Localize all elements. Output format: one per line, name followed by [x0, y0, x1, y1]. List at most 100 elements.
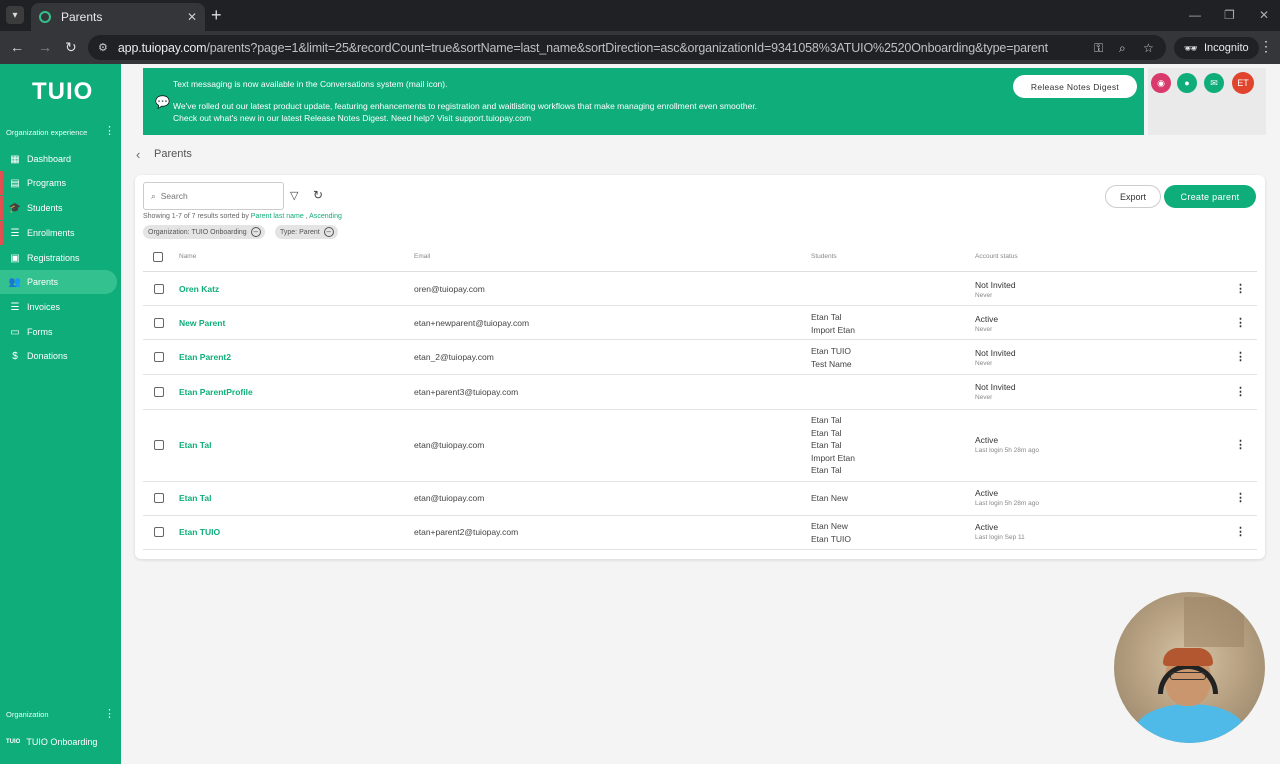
sidebar-item-enrollments[interactable]: ☰ Enrollments	[0, 221, 117, 245]
student-name[interactable]: Etan New	[811, 492, 848, 505]
create-parent-button[interactable]: Create parent	[1164, 185, 1256, 208]
sidebar-item-dashboard[interactable]: ▦ Dashboard	[0, 147, 117, 171]
student-name[interactable]: Import Etan	[811, 452, 855, 465]
remove-chip-icon[interactable]: –	[323, 227, 334, 237]
table-row[interactable]: Etan Parent2 etan_2@tuiopay.com Etan TUI…	[143, 340, 1257, 375]
parent-name-link[interactable]: Etan TUIO	[179, 527, 220, 537]
back-chevron-icon[interactable]: ‹	[136, 147, 140, 162]
student-name[interactable]: Etan Tal	[811, 311, 855, 324]
parent-name-link[interactable]: Etan Parent2	[179, 352, 231, 362]
search-box[interactable]: ⌕	[143, 182, 284, 210]
table-row[interactable]: Etan Tal etan@tuiopay.com Etan New Activ…	[143, 482, 1257, 516]
row-more-icon[interactable]: ⋮	[1235, 491, 1246, 504]
parent-name-link[interactable]: Etan Tal	[179, 493, 211, 503]
parent-name-link[interactable]: Oren Katz	[179, 284, 219, 294]
organization-menu-icon[interactable]: ⋮	[104, 707, 115, 720]
filter-chip-type: Type: Parent –	[275, 225, 338, 239]
sort-field-link[interactable]: Parent last name	[251, 213, 304, 220]
zoom-icon[interactable]: ⌕	[1119, 41, 1126, 56]
select-all-checkbox[interactable]	[153, 252, 163, 262]
export-button[interactable]: Export	[1105, 185, 1161, 208]
row-checkbox[interactable]	[154, 493, 164, 503]
row-more-icon[interactable]: ⋮	[1235, 385, 1246, 398]
url-field[interactable]: ⚙ app.tuiopay.com/parents?page=1&limit=2…	[88, 35, 1166, 60]
row-checkbox[interactable]	[154, 352, 164, 362]
site-settings-icon[interactable]: ⚙	[98, 41, 108, 54]
restore-icon[interactable]: ❐	[1224, 8, 1235, 22]
sidebar-item-donations[interactable]: $ Donations	[0, 344, 117, 368]
tuio-logo[interactable]: TUIO	[32, 78, 93, 106]
sidebar-item-registrations[interactable]: ▣ Registrations	[0, 246, 117, 270]
sort-direction-link[interactable]: Ascending	[309, 213, 342, 220]
column-header-email[interactable]: Email	[414, 253, 430, 260]
student-name[interactable]: Etan TUIO	[811, 533, 851, 546]
tab-search-dropdown-icon[interactable]: ▾	[6, 6, 24, 24]
alert-icon[interactable]: ◉	[1151, 73, 1171, 93]
search-input[interactable]	[160, 191, 271, 201]
sidebar-item-parents[interactable]: 👥 Parents	[0, 270, 117, 294]
bookmark-star-icon[interactable]: ☆	[1143, 41, 1154, 55]
release-notes-button[interactable]: Release Notes Digest	[1013, 75, 1137, 98]
row-checkbox[interactable]	[154, 284, 164, 294]
reload-icon[interactable]: ↻	[65, 39, 77, 56]
parent-name-link[interactable]: Etan ParentProfile	[179, 387, 253, 397]
password-key-icon[interactable]: ⚿	[1094, 41, 1103, 56]
table-row[interactable]: Etan TUIO etan+parent2@tuiopay.com Etan …	[143, 516, 1257, 550]
row-checkbox[interactable]	[154, 527, 164, 537]
parent-name-link[interactable]: New Parent	[179, 318, 225, 328]
browser-tab[interactable]: Parents ✕	[31, 3, 205, 31]
column-header-name[interactable]: Name	[179, 253, 196, 260]
student-name[interactable]: Test Name	[811, 358, 852, 371]
student-name[interactable]: Etan Tal	[811, 439, 855, 452]
refresh-icon[interactable]: ↻	[313, 188, 323, 202]
sidebar-item-forms[interactable]: ▭ Forms	[0, 320, 117, 344]
filter-icon[interactable]: ▽	[290, 189, 298, 202]
students-cell: Etan TUIO Test Name	[811, 345, 852, 370]
sidebar-item-programs[interactable]: ▤ Programs	[0, 171, 117, 195]
row-more-icon[interactable]: ⋮	[1235, 316, 1246, 329]
row-checkbox[interactable]	[154, 318, 164, 328]
mail-icon[interactable]: ✉	[1204, 73, 1224, 93]
table-row[interactable]: Oren Katz oren@tuiopay.com Not Invited Ne…	[143, 272, 1257, 306]
section-menu-icon[interactable]: ⋮	[104, 124, 115, 137]
parent-email: etan@tuiopay.com	[414, 440, 485, 450]
incognito-badge[interactable]: 🕶 Incognito	[1174, 37, 1259, 59]
account-status: Active Last login Sep 11	[975, 522, 1025, 541]
row-more-icon[interactable]: ⋮	[1235, 525, 1246, 538]
sidebar-item-label: Students	[27, 203, 63, 213]
student-name[interactable]: Etan TUIO	[811, 345, 852, 358]
sidebar-item-invoices[interactable]: ☰ Invoices	[0, 295, 117, 319]
table-row[interactable]: Etan ParentProfile etan+parent3@tuiopay.…	[143, 375, 1257, 410]
back-icon[interactable]: ←	[10, 39, 24, 55]
student-name[interactable]: Etan Tal	[811, 427, 855, 440]
student-name[interactable]: Etan New	[811, 520, 851, 533]
browser-menu-icon[interactable]: ⋮	[1259, 38, 1273, 55]
user-avatar[interactable]: ET	[1232, 72, 1254, 94]
organization-switcher[interactable]: TUIO TUIO Onboarding	[6, 737, 97, 747]
forward-icon[interactable]: →	[38, 39, 52, 55]
row-more-icon[interactable]: ⋮	[1235, 438, 1246, 451]
student-name[interactable]: Etan Tal	[811, 414, 855, 427]
chat-bubble-icon[interactable]: ●	[1177, 73, 1197, 93]
column-header-students[interactable]: Students	[811, 253, 837, 260]
parent-email: etan@tuiopay.com	[414, 493, 485, 503]
column-header-account-status[interactable]: Account status	[975, 253, 1018, 260]
last-login: Never	[975, 326, 993, 333]
close-window-icon[interactable]: ✕	[1259, 8, 1269, 22]
table-row[interactable]: Etan Tal etan@tuiopay.com Etan Tal Etan …	[143, 410, 1257, 482]
account-status: Not Invited Never	[975, 280, 1016, 299]
row-checkbox[interactable]	[154, 440, 164, 450]
remove-chip-icon[interactable]: –	[250, 227, 261, 237]
sidebar-item-students[interactable]: 🎓 Students	[0, 196, 117, 220]
row-checkbox[interactable]	[154, 387, 164, 397]
student-name[interactable]: Import Etan	[811, 324, 855, 337]
row-more-icon[interactable]: ⋮	[1235, 350, 1246, 363]
new-tab-icon[interactable]: +	[211, 5, 222, 25]
parent-name-link[interactable]: Etan Tal	[179, 440, 211, 450]
parent-email: oren@tuiopay.com	[414, 284, 485, 294]
row-more-icon[interactable]: ⋮	[1235, 282, 1246, 295]
close-tab-icon[interactable]: ✕	[187, 10, 197, 24]
minimize-icon[interactable]: —	[1189, 8, 1201, 22]
student-name[interactable]: Etan Tal	[811, 464, 855, 477]
table-row[interactable]: New Parent etan+newparent@tuiopay.com Et…	[143, 306, 1257, 340]
